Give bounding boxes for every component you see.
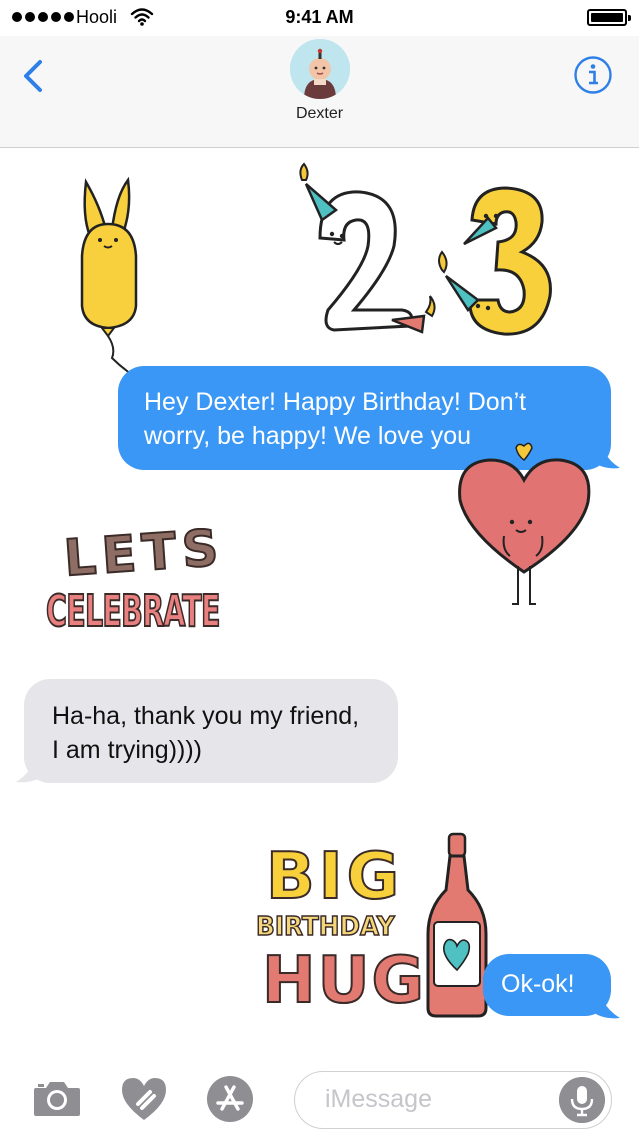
clock: 9:41 AM <box>285 7 354 27</box>
sticker-text-birthday: BIRTHDAY <box>255 911 395 943</box>
message-text: Ha-ha, thank you my friend, I am trying)… <box>52 702 360 764</box>
message-text: Ok-ok! <box>501 970 575 998</box>
contact-info[interactable]: Dexter <box>0 39 639 123</box>
sticker-text-big: BIG <box>265 839 404 915</box>
big-birthday-hug-sticker[interactable]: BIG BIRTHDAY HUG <box>255 839 425 1020</box>
lets-celebrate-sticker[interactable]: LETS CELEBRATE <box>45 517 246 650</box>
digital-touch-icon[interactable] <box>120 1076 168 1122</box>
camera-icon[interactable] <box>32 1078 82 1118</box>
info-icon[interactable] <box>573 55 613 95</box>
app-store-icon[interactable] <box>206 1075 254 1123</box>
battery-level <box>591 13 623 22</box>
contact-avatar[interactable] <box>289 39 350 99</box>
message-composer: iMessage <box>0 1060 639 1136</box>
sticker-text-lets: LETS <box>61 517 227 588</box>
message-bubble-outgoing[interactable]: Ok-ok! <box>483 954 611 1016</box>
bottle-sticker[interactable] <box>424 830 490 1020</box>
imessage-input[interactable]: iMessage <box>294 1071 612 1129</box>
battery-icon <box>587 9 631 26</box>
status-bar: Hooli 9:41 AM <box>0 0 639 36</box>
number-23-sticker[interactable] <box>292 160 562 345</box>
heart-sticker[interactable] <box>454 438 596 610</box>
imessage-placeholder: iMessage <box>325 1085 432 1113</box>
sticker-text-hug: HUG <box>261 943 427 1019</box>
sticker-text-celebrate: CELEBRATE <box>45 585 221 638</box>
contact-name: Dexter <box>295 105 344 122</box>
message-bubble-incoming[interactable]: Ha-ha, thank you my friend, I am trying)… <box>24 679 398 783</box>
bunny-balloon-sticker[interactable] <box>72 176 162 381</box>
conversation-header: Dexter <box>0 36 639 148</box>
microphone-icon[interactable] <box>559 1077 605 1123</box>
